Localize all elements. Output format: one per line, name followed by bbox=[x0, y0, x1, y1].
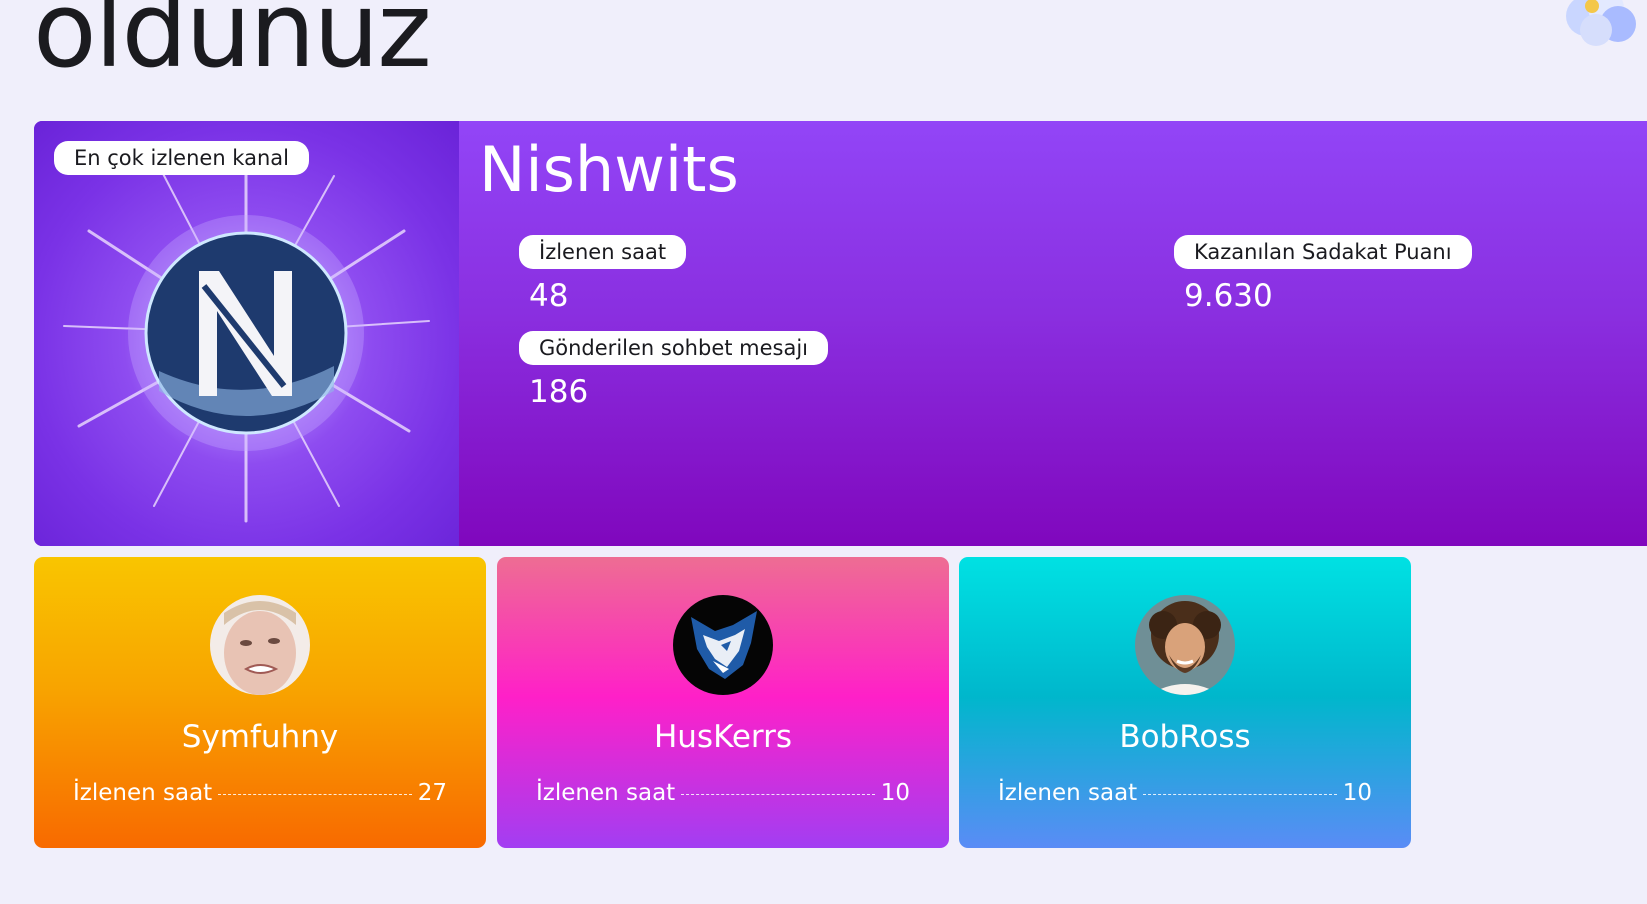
top-channel-badge: En çok izlenen kanal bbox=[54, 141, 309, 175]
dotted-leader bbox=[681, 794, 875, 795]
stat-value-chat-messages: 186 bbox=[529, 374, 589, 410]
channel-stat-row: İzlenen saat 27 bbox=[73, 782, 447, 805]
stat-value: 10 bbox=[880, 780, 910, 806]
channel-stat-row: İzlenen saat 10 bbox=[998, 782, 1372, 805]
top-channel-image bbox=[34, 121, 459, 546]
channel-name: Symfuhny bbox=[181, 719, 339, 755]
channel-card-symfuhny[interactable]: Symfuhny İzlenen saat 27 bbox=[34, 557, 486, 848]
stat-value: 10 bbox=[1342, 780, 1372, 806]
dotted-leader bbox=[218, 794, 412, 795]
avatar bbox=[1135, 595, 1235, 695]
stat-label: İzlenen saat bbox=[73, 780, 213, 806]
channel-name: HusKerrs bbox=[653, 719, 793, 755]
stat-label-loyalty-points: Kazanılan Sadakat Puanı bbox=[1174, 235, 1472, 269]
stat-value-watched-hours: 48 bbox=[529, 278, 569, 314]
stat-value-loyalty-points: 9.630 bbox=[1184, 278, 1273, 314]
channel-stat-row: İzlenen saat 10 bbox=[536, 782, 910, 805]
stat-value: 27 bbox=[417, 780, 447, 806]
top-channel-card[interactable]: En çok izlenen kanal bbox=[34, 121, 1647, 546]
channel-card-bobross[interactable]: BobRoss İzlenen saat 10 bbox=[959, 557, 1411, 848]
avatar bbox=[210, 595, 310, 695]
stat-label: İzlenen saat bbox=[998, 780, 1138, 806]
avatar bbox=[673, 595, 773, 695]
channel-name: BobRoss bbox=[1119, 719, 1251, 755]
channel-card-huskerrs[interactable]: HusKerrs İzlenen saat 10 bbox=[497, 557, 949, 848]
cloud-decoration-icon bbox=[1556, 0, 1640, 50]
dotted-leader bbox=[1143, 794, 1337, 795]
top-channel-name: Nishwits bbox=[479, 133, 739, 206]
stat-label-chat-messages: Gönderilen sohbet mesajı bbox=[519, 331, 829, 365]
stat-label: İzlenen saat bbox=[536, 780, 676, 806]
stat-label-watched-hours: İzlenen saat bbox=[519, 235, 687, 269]
page-heading: oldunuz bbox=[33, 0, 432, 91]
